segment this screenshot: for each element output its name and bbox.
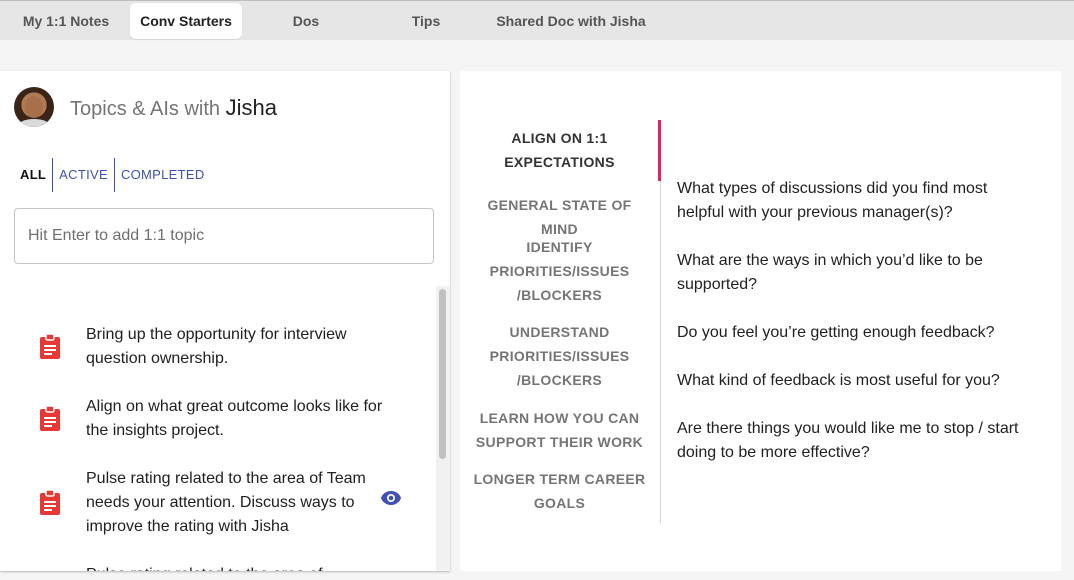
tab-my-notes[interactable]: My 1:1 Notes <box>10 3 122 39</box>
tab-bar: My 1:1 Notes Conv Starters Dos Tips Shar… <box>0 0 1074 40</box>
topic-item[interactable]: Align on what great outcome looks like f… <box>36 395 406 443</box>
clipboard-icon <box>36 406 64 432</box>
clipboard-icon <box>36 334 64 360</box>
menu-identify-priorities[interactable]: IDENTIFY PRIORITIES/ISSUES /BLOCKERS <box>472 235 647 307</box>
conversation-starters-panel: ALIGN ON 1:1 EXPECTATIONS GENERAL STATE … <box>460 71 1061 571</box>
active-menu-indicator <box>658 120 661 181</box>
scrollbar-thumb[interactable] <box>439 289 446 459</box>
person-name: Jisha <box>225 95 277 120</box>
tab-conv-starters[interactable]: Conv Starters <box>130 3 242 39</box>
add-topic-input[interactable] <box>14 208 434 264</box>
tab-tips[interactable]: Tips <box>370 3 482 39</box>
topic-text: Align on what great outcome looks like f… <box>86 398 383 439</box>
menu-career-goals[interactable]: LONGER TERM CAREER GOALS <box>472 467 647 515</box>
topics-panel: Topics & AIs with Jisha ALL ACTIVE COMPL… <box>0 71 450 571</box>
menu-divider <box>660 121 661 523</box>
topic-item[interactable]: Pulse rating related to the area of Team… <box>36 467 406 539</box>
panel-title: Topics & AIs with Jisha <box>70 95 277 121</box>
question-item: What types of discussions did you find m… <box>677 180 988 221</box>
topic-text: Bring up the opportunity for interview q… <box>86 326 347 367</box>
menu-support-their-work[interactable]: LEARN HOW YOU CAN SUPPORT THEIR WORK <box>472 406 647 454</box>
question-item: Do you feel you’re getting enough feedba… <box>677 324 995 341</box>
clipboard-icon <box>36 490 64 516</box>
topic-item[interactable]: Bring up the opportunity for interview q… <box>36 323 406 371</box>
filter-completed[interactable]: COMPLETED <box>113 158 211 192</box>
question-item: What are the ways in which you’d like to… <box>677 252 983 293</box>
topic-item[interactable]: Pulse rating related to the area of <box>36 563 406 571</box>
question-item: What kind of feedback is most useful for… <box>677 372 1000 389</box>
filter-active[interactable]: ACTIVE <box>52 158 114 192</box>
menu-general-state-of-mind[interactable]: GENERAL STATE OF MIND <box>472 193 647 241</box>
tab-dos[interactable]: Dos <box>250 3 362 39</box>
panel-title-prefix: Topics & AIs with <box>70 98 221 120</box>
avatar <box>14 87 54 127</box>
filter-all[interactable]: ALL <box>14 158 52 192</box>
question-item: Are there things you would like me to st… <box>677 420 1019 461</box>
filter-tabs: ALL ACTIVE COMPLETED <box>14 158 211 192</box>
menu-understand-priorities[interactable]: UNDERSTAND PRIORITIES/ISSUES /BLOCKERS <box>472 320 647 392</box>
eye-icon[interactable] <box>380 490 402 506</box>
tab-shared-doc[interactable]: Shared Doc with Jisha <box>490 3 652 39</box>
topic-text: Pulse rating related to the area of <box>86 563 406 571</box>
menu-align-expectations[interactable]: ALIGN ON 1:1 EXPECTATIONS <box>472 126 647 174</box>
topic-text: Pulse rating related to the area of Team… <box>86 470 366 535</box>
